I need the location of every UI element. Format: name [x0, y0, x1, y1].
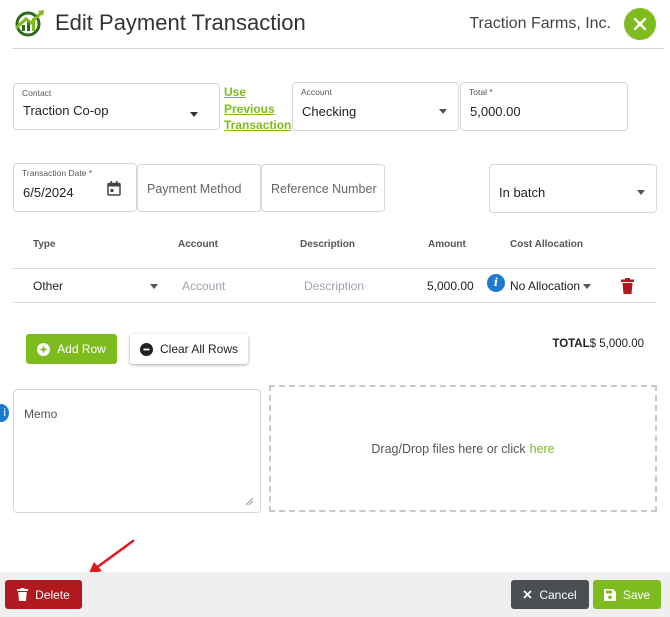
cancel-label: Cancel [539, 587, 577, 602]
chevron-down-icon [637, 190, 645, 195]
column-header-amount: Amount [428, 239, 466, 250]
total-summary-label: TOTAL [552, 338, 590, 350]
chevron-down-icon [150, 284, 158, 289]
column-header-type: Type [33, 239, 56, 250]
clear-all-rows-label: Clear All Rows [159, 342, 239, 356]
add-row-button[interactable]: Add Row [26, 334, 117, 364]
link-line-3: Transaction [224, 118, 292, 132]
header: Edit Payment Transaction Traction Farms,… [0, 0, 670, 50]
row-account-input[interactable]: Account [182, 279, 225, 293]
close-icon [523, 590, 532, 599]
transaction-date-field[interactable]: Transaction Date * 6/5/2024 [13, 163, 137, 212]
row-type-select[interactable]: Other [33, 279, 63, 293]
column-header-account: Account [178, 239, 218, 250]
contact-label: Contact [22, 88, 52, 98]
dropzone-click-link[interactable]: here [530, 442, 555, 456]
total-field[interactable]: Total * 5,000.00 [460, 82, 628, 131]
transaction-date-value: 6/5/2024 [23, 185, 74, 200]
table-row-bottom-divider [13, 302, 657, 303]
save-button[interactable]: Save [593, 580, 661, 609]
header-divider [12, 48, 664, 49]
resize-handle-icon[interactable] [245, 497, 253, 505]
calendar-icon[interactable] [107, 181, 121, 196]
save-label: Save [622, 587, 651, 602]
trash-icon [17, 588, 29, 601]
reference-number-input[interactable]: Reference Number [261, 164, 385, 212]
cancel-button[interactable]: Cancel [511, 580, 589, 609]
row-amount-input[interactable]: 5,000.00 [427, 279, 474, 293]
page-title: Edit Payment Transaction [55, 10, 306, 35]
row-description-input[interactable]: Description [304, 279, 364, 293]
add-row-label: Add Row [57, 342, 106, 356]
contact-select[interactable]: Contact Traction Co-op [13, 83, 220, 130]
info-icon[interactable]: i [487, 274, 505, 292]
save-icon [603, 588, 616, 601]
batch-value: In batch [499, 185, 546, 200]
account-select[interactable]: Account Checking [292, 82, 459, 131]
row-cost-allocation-select[interactable]: No Allocation [510, 279, 580, 293]
reference-number-placeholder: Reference Number [271, 182, 377, 196]
table-row-top-divider [13, 268, 657, 269]
transaction-date-label: Transaction Date * [22, 168, 93, 178]
company-name: Traction Farms, Inc. [469, 15, 611, 32]
total-label: Total * [469, 87, 493, 97]
chevron-down-icon [583, 284, 591, 289]
minus-circle-icon [139, 342, 153, 356]
link-line-2: Previous [224, 101, 275, 116]
use-previous-transaction-link[interactable]: Use Previous Transaction [224, 84, 291, 134]
total-summary-value: $ 5,000.00 [589, 338, 644, 350]
close-icon [633, 17, 647, 31]
payment-method-input[interactable]: Payment Method [137, 164, 261, 212]
memo-placeholder: Memo [24, 407, 58, 421]
chevron-down-icon [439, 109, 447, 114]
total-value: 5,000.00 [470, 104, 521, 119]
delete-button[interactable]: Delete [5, 580, 82, 609]
clear-all-rows-button[interactable]: Clear All Rows [130, 334, 248, 364]
column-header-cost-allocation: Cost Allocation [510, 239, 583, 250]
dropzone-text: Drag/Drop files here or click [371, 441, 526, 456]
total-summary: TOTAL$ 5,000.00 [552, 338, 644, 350]
account-value: Checking [302, 104, 357, 119]
chevron-down-icon [190, 112, 198, 117]
payment-method-placeholder: Payment Method [147, 182, 242, 196]
memo-textarea[interactable]: Memo [13, 389, 261, 513]
plus-circle-icon [37, 342, 51, 356]
delete-label: Delete [35, 587, 70, 602]
column-header-description: Description [300, 239, 356, 250]
traction-logo-icon [14, 9, 45, 37]
trash-icon[interactable] [621, 278, 634, 294]
file-dropzone[interactable]: Drag/Drop files here or click here [269, 385, 657, 512]
close-button[interactable] [624, 8, 656, 40]
batch-select[interactable]: In batch [489, 164, 657, 213]
account-label: Account [301, 87, 332, 97]
contact-value: Traction Co-op [23, 103, 109, 118]
link-line-1: Use [224, 85, 247, 99]
help-icon[interactable]: i [0, 404, 9, 422]
